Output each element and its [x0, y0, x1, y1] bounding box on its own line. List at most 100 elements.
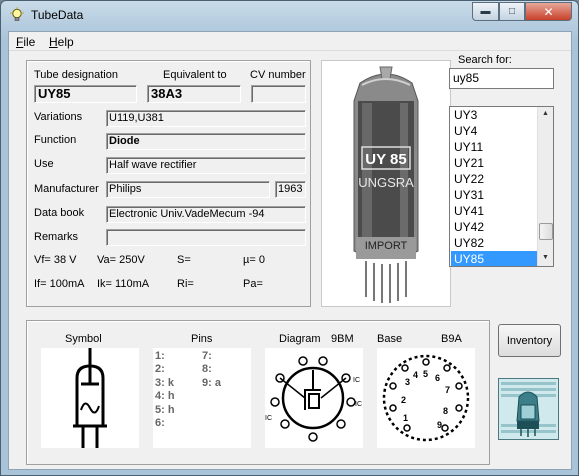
base-diagram: 5 6 7 8 9 1 2 3 4 [382, 354, 470, 442]
param-if: If= 100mA [34, 278, 85, 290]
client-area: File Help Tube designation Equivalent to… [8, 31, 572, 470]
pin-entry: 5: h [155, 404, 175, 416]
list-item-selected[interactable]: UY85 [451, 251, 537, 266]
pin-diagram: IC IC IC [265, 356, 362, 442]
svg-text:3: 3 [405, 377, 410, 387]
svg-text:IC: IC [355, 401, 362, 408]
param-mu: µ= 0 [243, 254, 265, 266]
scroll-up-icon[interactable]: ▲ [542, 110, 549, 117]
param-vf: Vf= 38 V [34, 254, 77, 266]
svg-text:9: 9 [437, 420, 442, 430]
equivalent-to-label: Equivalent to [163, 69, 227, 81]
pins-panel: 1: 2: 3: k 4: h 5: h 6: 7: 8: 9: a [153, 348, 251, 448]
param-pa: Pa= [243, 278, 263, 290]
svg-text:8: 8 [443, 406, 448, 416]
close-icon: ✕ [543, 4, 554, 19]
cv-number-field[interactable] [251, 85, 306, 103]
window-title: TubeData [31, 8, 84, 22]
svg-text:7: 7 [445, 385, 450, 395]
scroll-thumb[interactable] [539, 223, 553, 240]
diagram-group: Symbol Pins Diagram 9BM Base B9A 1: 2: 3… [26, 320, 490, 465]
list-scrollbar[interactable]: ▲ ▼ [537, 107, 553, 266]
svg-text:IC: IC [353, 377, 360, 384]
tube-listbox[interactable]: UY3 UY4 UY11 UY21 UY22 UY31 UY41 UY42 UY… [449, 106, 554, 267]
list-item[interactable]: UY82 [451, 235, 537, 251]
tube-info-group: Tube designation Equivalent to CV number… [26, 60, 311, 307]
list-item[interactable]: UY11 [451, 139, 537, 155]
minimize-icon: ▬ [480, 6, 491, 17]
param-ri: Ri= [177, 278, 194, 290]
pin-entry: 2: [155, 363, 165, 375]
tube-designation-label: Tube designation [34, 69, 118, 81]
use-field[interactable]: Half wave rectifier [106, 157, 306, 174]
close-button[interactable]: ✕ [525, 2, 572, 21]
list-item[interactable]: UY31 [451, 187, 537, 203]
function-label: Function [34, 134, 77, 146]
photo-label-brand: UNGSRA [358, 175, 414, 190]
base-panel: 5 6 7 8 9 1 2 3 4 [377, 348, 475, 448]
diagram-panel: IC IC IC [265, 348, 363, 448]
maximize-button[interactable]: □ [499, 2, 525, 21]
menu-help[interactable]: Help [49, 35, 74, 49]
maximize-icon: □ [508, 6, 516, 17]
menu-bar: File Help [9, 32, 571, 51]
cv-number-label: CV number [250, 69, 306, 81]
photo-label-bottom: IMPORT [365, 240, 408, 252]
app-window: TubeData ▬ □ ✕ File Help Tube designatio… [0, 0, 579, 476]
base-code: B9A [441, 333, 462, 345]
diode-symbol [73, 348, 107, 448]
variations-field[interactable]: U119,U381 [106, 110, 306, 127]
search-label: Search for: [458, 54, 512, 66]
pins-label: Pins [191, 333, 213, 345]
svg-text:1: 1 [403, 413, 408, 423]
manufacturer-label: Manufacturer [34, 183, 99, 195]
pin-entry: 1: [155, 350, 165, 362]
tube-photo: UY 85 UNGSRA IMPORT [321, 60, 451, 307]
search-input[interactable]: uy85 [449, 68, 554, 89]
menu-file[interactable]: File [16, 35, 35, 49]
param-ik: Ik= 110mA [97, 278, 150, 290]
function-field[interactable]: Diode [106, 133, 306, 150]
list-item[interactable]: UY41 [451, 203, 537, 219]
list-item[interactable]: UY3 [451, 107, 537, 123]
svg-text:2: 2 [401, 395, 406, 405]
tube-designation-field[interactable]: UY85 [34, 85, 137, 103]
pin-entry: 4: h [155, 390, 175, 402]
remarks-label: Remarks [34, 231, 79, 243]
pin-entry: 3: k [155, 377, 174, 389]
manufacturer-field[interactable]: Philips [106, 181, 270, 198]
data-book-label: Data book [34, 207, 85, 219]
pin-entry: 7: [202, 350, 212, 362]
svg-text:6: 6 [435, 373, 440, 383]
minimize-button[interactable]: ▬ [472, 2, 499, 21]
list-item[interactable]: UY4 [451, 123, 537, 139]
lightbulb-icon [9, 7, 25, 23]
scroll-down-icon[interactable]: ▼ [542, 254, 549, 261]
equivalent-field[interactable]: 38A3 [147, 85, 241, 103]
svg-text:5: 5 [423, 369, 428, 379]
variations-label: Variations [34, 111, 83, 123]
svg-text:4: 4 [413, 370, 418, 380]
photo-label-top: UY 85 [365, 151, 406, 168]
pin-entry: 8: [202, 363, 212, 375]
inventory-button[interactable]: Inventory [498, 324, 561, 357]
list-item[interactable]: UY22 [451, 171, 537, 187]
title-bar[interactable]: TubeData ▬ □ ✕ [1, 1, 578, 31]
remarks-field[interactable] [106, 229, 306, 246]
symbol-panel [41, 348, 139, 448]
pin-entry: 9: a [202, 377, 221, 389]
symbol-label: Symbol [65, 333, 102, 345]
param-s: S= [177, 254, 191, 266]
list-item[interactable]: UY42 [451, 219, 537, 235]
data-book-field[interactable]: Electronic Univ.VadeMecum -94 [106, 206, 306, 223]
use-label: Use [34, 158, 54, 170]
param-va: Va= 250V [97, 254, 145, 266]
diagram-label: Diagram [279, 333, 321, 345]
year-field[interactable]: 1963 [275, 181, 306, 198]
diagram-code: 9BM [331, 333, 354, 345]
list-item[interactable]: UY21 [451, 155, 537, 171]
app-logo [498, 378, 559, 440]
base-label: Base [377, 333, 403, 345]
pin-entry: 6: [155, 417, 165, 429]
svg-text:IC: IC [265, 415, 272, 422]
